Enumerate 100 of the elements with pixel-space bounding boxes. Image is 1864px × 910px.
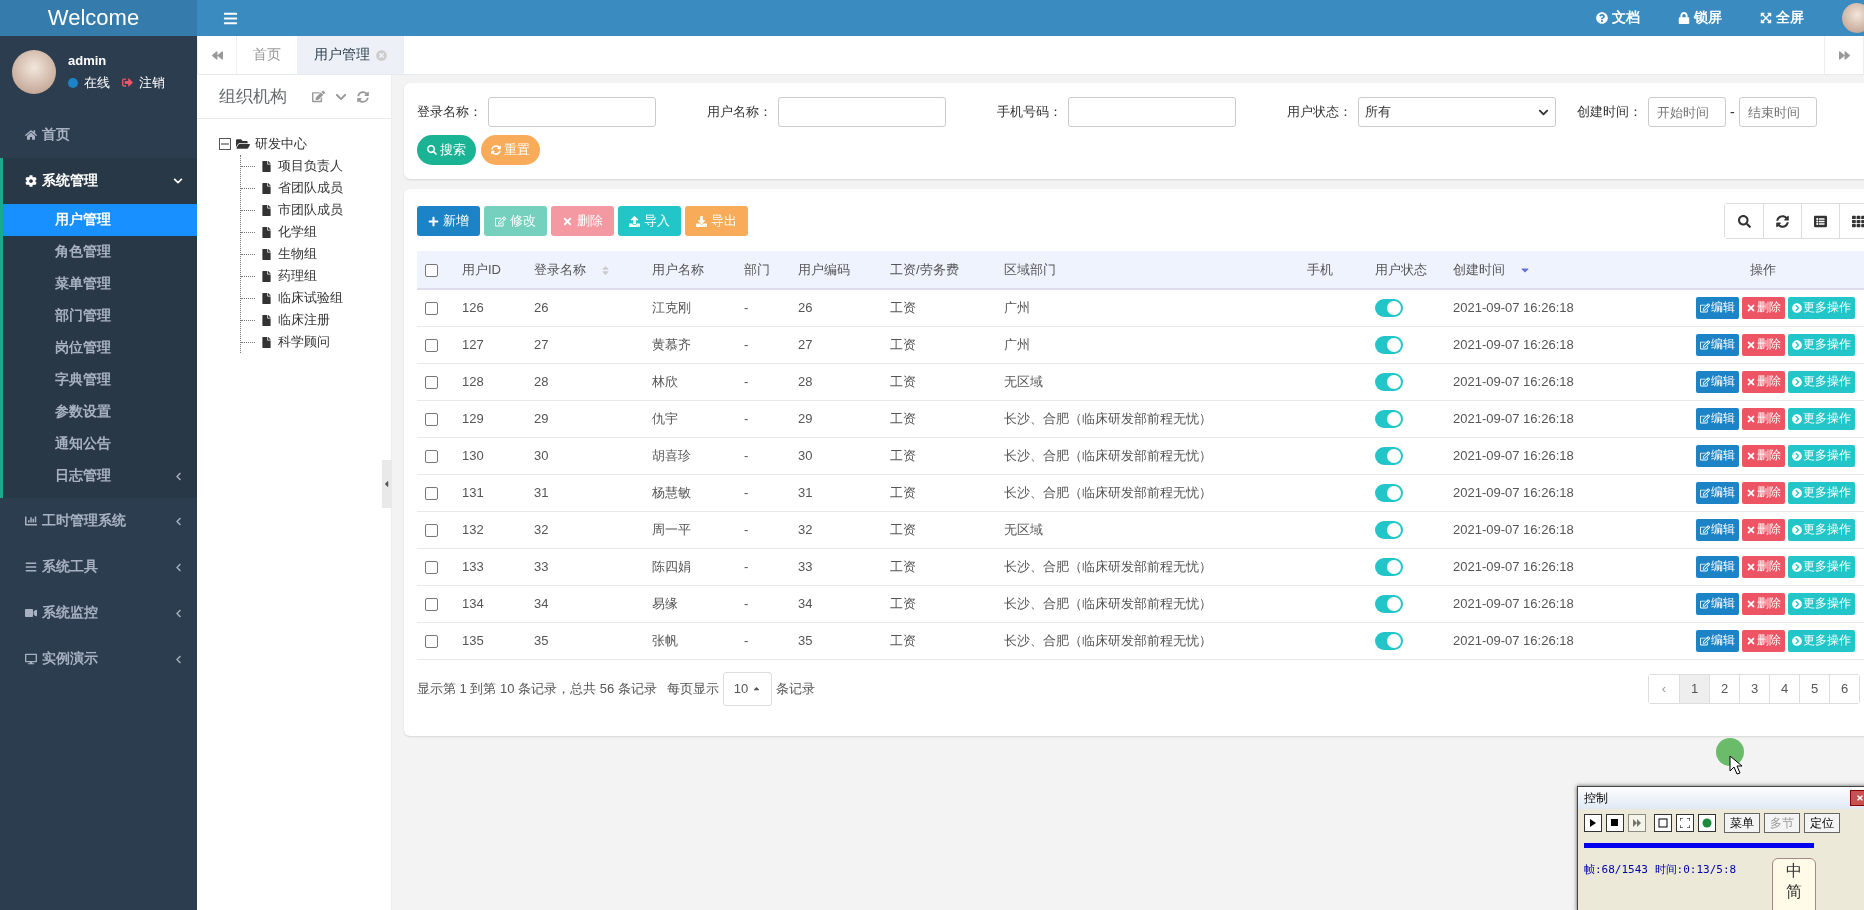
checkbox[interactable]	[425, 487, 438, 501]
sidebar-menu-item[interactable]: 首页	[0, 112, 197, 158]
more-actions-button[interactable]: 更多操作	[1788, 555, 1855, 578]
sidebar-submenu-item[interactable]: 部门管理	[3, 300, 197, 332]
checkbox[interactable]	[425, 561, 438, 575]
more-actions-button[interactable]: 更多操作	[1788, 333, 1855, 356]
more-actions-button[interactable]: 更多操作	[1788, 481, 1855, 504]
sidebar-menu-item[interactable]: 系统监控	[0, 590, 197, 636]
status-toggle[interactable]	[1375, 557, 1403, 576]
refresh-icon[interactable]	[357, 90, 369, 103]
checkbox[interactable]	[425, 524, 438, 538]
tree-node[interactable]: 市团队成员	[278, 201, 343, 219]
edit-button[interactable]: 编辑	[1696, 629, 1739, 652]
checkbox[interactable]	[425, 302, 438, 316]
status-toggle[interactable]	[1375, 483, 1403, 502]
menu-icon[interactable]	[223, 10, 238, 26]
edit-button[interactable]: 编辑	[1696, 555, 1739, 578]
stop-button[interactable]	[1606, 814, 1624, 832]
status-toggle[interactable]	[1375, 298, 1403, 317]
play-button[interactable]	[1584, 814, 1602, 832]
sidebar-menu-item[interactable]: 工时管理系统	[0, 498, 197, 544]
status-toggle[interactable]	[1375, 520, 1403, 539]
sidebar-menu-item[interactable]: 系统工具	[0, 544, 197, 590]
delete-button[interactable]: 删除	[1742, 444, 1785, 467]
sidebar-submenu-item[interactable]: 通知公告	[3, 428, 197, 460]
edit-button[interactable]: 编辑	[1696, 296, 1739, 319]
status-toggle[interactable]	[1375, 372, 1403, 391]
add-button[interactable]: 新增	[417, 206, 480, 236]
select-field[interactable]: 所有	[1358, 97, 1556, 127]
tree-node[interactable]: 生物组	[278, 245, 317, 263]
checkbox[interactable]	[425, 450, 438, 464]
edit-button[interactable]: 编辑	[1696, 592, 1739, 615]
tree-node[interactable]: 省团队成员	[278, 179, 343, 197]
column-header[interactable]: 登录名称	[534, 261, 586, 277]
sidebar-submenu-item[interactable]: 日志管理	[3, 460, 197, 492]
sidebar-submenu-item[interactable]: 参数设置	[3, 396, 197, 428]
edit-button[interactable]: 编辑	[1696, 444, 1739, 467]
user-avatar[interactable]	[1842, 3, 1864, 33]
input-field[interactable]	[488, 97, 656, 127]
delete-button[interactable]: 删除	[1742, 555, 1785, 578]
input-field[interactable]	[778, 97, 946, 127]
status-toggle[interactable]	[1375, 594, 1403, 613]
sidebar-menu-item[interactable]: 系统管理	[0, 158, 197, 204]
tree-node[interactable]: 药理组	[278, 267, 317, 285]
tree-node[interactable]: 研发中心	[255, 135, 307, 153]
close-button[interactable]	[1850, 790, 1864, 806]
search-button[interactable]: 搜索	[417, 135, 476, 165]
checkbox[interactable]	[425, 264, 438, 278]
skip-button[interactable]	[1628, 814, 1646, 832]
column-header[interactable]: 创建时间	[1453, 261, 1505, 277]
collapse-handle[interactable]	[382, 460, 392, 508]
sidebar-submenu-item[interactable]: 用户管理	[3, 204, 197, 236]
checkbox[interactable]	[425, 339, 438, 353]
sidebar-submenu-item[interactable]: 角色管理	[3, 236, 197, 268]
tree-node[interactable]: 化学组	[278, 223, 317, 241]
tree-node[interactable]: 临床注册	[278, 311, 330, 329]
sidebar-submenu-item[interactable]: 菜单管理	[3, 268, 197, 300]
tree-node[interactable]: 科学顾问	[278, 333, 330, 351]
page-tab[interactable]: 用户管理	[298, 36, 404, 74]
status-toggle[interactable]	[1375, 409, 1403, 428]
import-button[interactable]: 导入	[618, 206, 681, 236]
checkbox[interactable]	[425, 413, 438, 427]
checkbox[interactable]	[425, 598, 438, 612]
edit-button[interactable]: 编辑	[1696, 370, 1739, 393]
more-actions-button[interactable]: 更多操作	[1788, 407, 1855, 430]
fullscreen-button[interactable]	[1676, 814, 1694, 832]
status-toggle[interactable]	[1375, 631, 1403, 650]
timeline-track[interactable]	[1584, 843, 1814, 848]
delete-button[interactable]: 删除	[1742, 518, 1785, 541]
scroll-right-button[interactable]	[1824, 36, 1864, 74]
more-actions-button[interactable]: 更多操作	[1788, 370, 1855, 393]
input-field[interactable]	[1068, 97, 1236, 127]
delete-button[interactable]: 删除	[1742, 481, 1785, 504]
delete-button[interactable]: 删除	[1742, 370, 1785, 393]
page-button[interactable]: 6	[1829, 674, 1859, 703]
scroll-left-button[interactable]	[197, 36, 237, 74]
delete-button[interactable]: 删除	[1742, 333, 1785, 356]
status-toggle[interactable]	[1375, 335, 1403, 354]
fit-window-button[interactable]	[1654, 814, 1672, 832]
more-actions-button[interactable]: 更多操作	[1788, 592, 1855, 615]
control-button[interactable]: 菜单	[1724, 813, 1760, 833]
sidebar-submenu-item[interactable]: 岗位管理	[3, 332, 197, 364]
checkbox[interactable]	[425, 376, 438, 390]
delete-button[interactable]: 删除	[1742, 592, 1785, 615]
delete-button[interactable]: 删除	[1742, 629, 1785, 652]
checkbox[interactable]	[425, 635, 438, 649]
more-actions-button[interactable]: 更多操作	[1788, 518, 1855, 541]
page-size-dropdown[interactable]: 10	[722, 671, 773, 706]
header-link[interactable]: 文档	[1596, 9, 1640, 27]
more-actions-button[interactable]: 更多操作	[1788, 629, 1855, 652]
delete-button[interactable]: 删除	[1742, 407, 1785, 430]
status-toggle[interactable]	[1375, 446, 1403, 465]
logout-link[interactable]: 注销	[139, 73, 165, 92]
tree-node[interactable]: 项目负责人	[278, 157, 343, 175]
edit-button[interactable]: 编辑	[1696, 333, 1739, 356]
collapse-icon[interactable]	[219, 138, 231, 150]
edit-button[interactable]: 编辑	[1696, 481, 1739, 504]
header-link[interactable]: 全屏	[1760, 9, 1804, 27]
edit-button[interactable]: 编辑	[1696, 518, 1739, 541]
input-field[interactable]: 结束时间	[1738, 97, 1817, 127]
